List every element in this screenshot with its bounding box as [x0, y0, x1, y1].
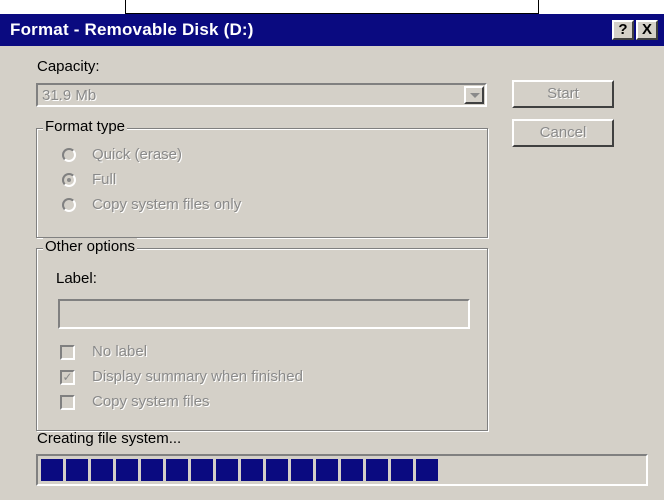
- progress-bar: [36, 454, 648, 486]
- radio-full-label: Full: [92, 171, 117, 188]
- checkbox-no-label-label: No label: [92, 343, 148, 360]
- cancel-button[interactable]: Cancel: [512, 119, 614, 147]
- label-field-label: Label:: [56, 270, 97, 287]
- chevron-down-icon: [470, 93, 480, 98]
- progress-block: [66, 459, 88, 481]
- start-button[interactable]: Start: [512, 80, 614, 108]
- format-dialog: Format - Removable Disk (D:) ? X Capacit…: [0, 14, 664, 500]
- capacity-label: Capacity:: [37, 58, 100, 75]
- progress-block: [241, 459, 263, 481]
- radio-copy-system-files-only[interactable]: [62, 198, 76, 212]
- radio-full[interactable]: [62, 173, 76, 187]
- checkbox-no-label[interactable]: [60, 345, 75, 360]
- progress-block: [91, 459, 113, 481]
- label-input[interactable]: [58, 299, 470, 329]
- progress-fill: [41, 459, 438, 481]
- capacity-select[interactable]: 31.9 Mb: [36, 83, 487, 107]
- capacity-value: 31.9 Mb: [42, 87, 97, 104]
- progress-block: [366, 459, 388, 481]
- progress-block: [316, 459, 338, 481]
- checkbox-copy-system-files[interactable]: [60, 395, 75, 410]
- window-title: Format - Removable Disk (D:): [10, 20, 254, 39]
- progress-block: [291, 459, 313, 481]
- checkbox-display-summary-label: Display summary when finished: [92, 368, 303, 385]
- close-button[interactable]: X: [636, 20, 658, 40]
- radio-quick-label: Quick (erase): [92, 146, 183, 163]
- status-text: Creating file system...: [37, 430, 182, 447]
- checkbox-copy-system-files-label: Copy system files: [92, 393, 210, 410]
- progress-block: [191, 459, 213, 481]
- checkbox-display-summary[interactable]: ✓: [60, 370, 75, 385]
- progress-block: [41, 459, 63, 481]
- dropdown-button[interactable]: [464, 86, 484, 104]
- other-options-title: Other options: [43, 238, 138, 255]
- radio-copy-system-files-only-label: Copy system files only: [92, 196, 242, 213]
- background-window-frame: [125, 0, 539, 14]
- radio-selected-dot: [67, 178, 71, 182]
- format-type-title: Format type: [43, 118, 128, 135]
- progress-block: [116, 459, 138, 481]
- help-button[interactable]: ?: [612, 20, 634, 40]
- title-bar[interactable]: Format - Removable Disk (D:) ? X: [0, 14, 664, 46]
- progress-block: [391, 459, 413, 481]
- progress-block: [416, 459, 438, 481]
- progress-block: [166, 459, 188, 481]
- checkmark-icon: ✓: [62, 370, 73, 384]
- radio-quick[interactable]: [62, 148, 76, 162]
- progress-block: [141, 459, 163, 481]
- progress-block: [216, 459, 238, 481]
- progress-block: [266, 459, 288, 481]
- progress-block: [341, 459, 363, 481]
